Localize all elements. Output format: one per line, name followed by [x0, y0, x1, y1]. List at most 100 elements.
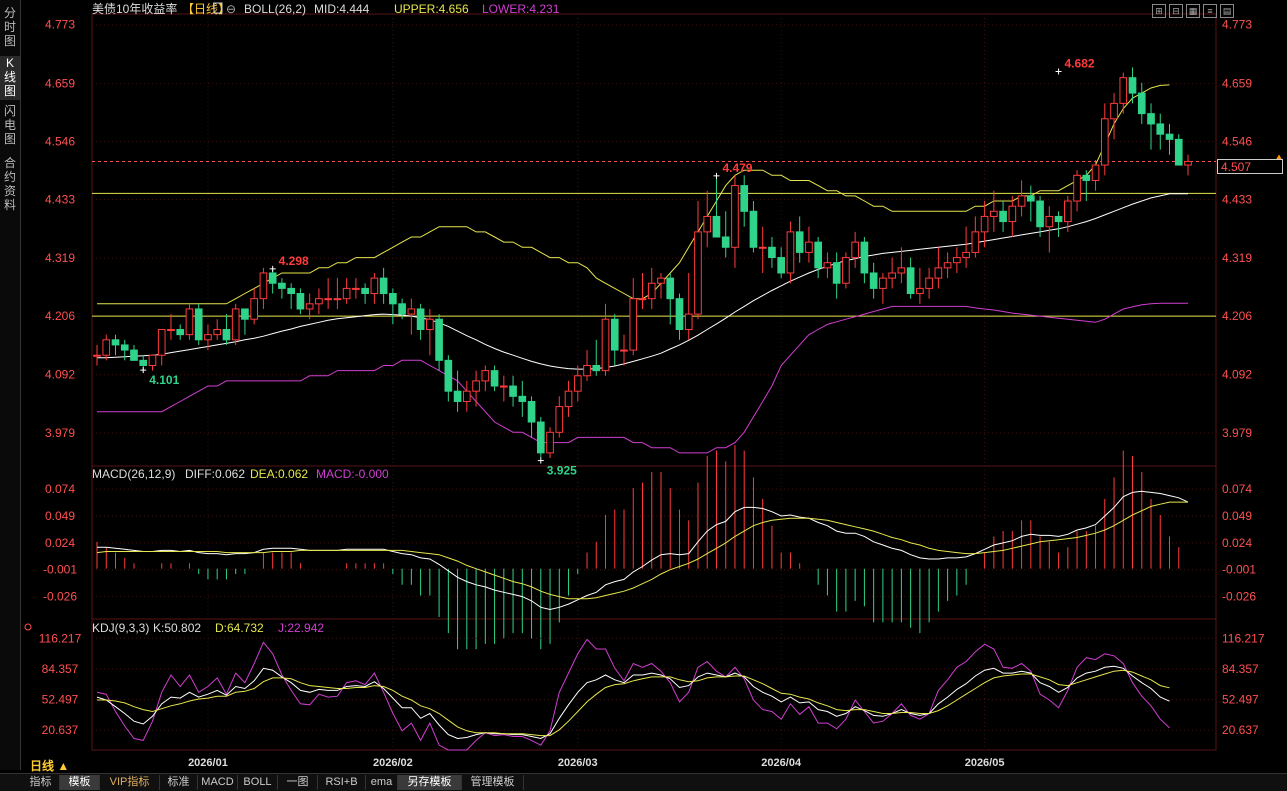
- chart-canvas: 4.773 4.773 4.659 4.659 4.546 4.546 4.433 4.433…: [24, 1, 1282, 769]
- candle-body: [259, 272, 268, 300]
- template-tab[interactable]: BOLL: [238, 775, 278, 790]
- window-control-icon[interactable]: ⊞: [1152, 4, 1166, 18]
- candle-body: [333, 298, 342, 301]
- chart-toolbar: ⊞ ⊟ ▦ ≡ ▤: [1152, 1, 1237, 18]
- candle-body: [694, 231, 702, 315]
- window-control-icon[interactable]: ≡: [1203, 4, 1217, 18]
- y-tick-left: 4.659: [45, 76, 75, 90]
- y-tick-right: 4.433: [1222, 192, 1252, 206]
- window-control-icon[interactable]: ⊟: [1169, 4, 1183, 18]
- extreme-label: 4.101: [149, 373, 179, 387]
- candle-body: [1128, 77, 1137, 94]
- kdj-header-title: KDJ(9,3,3): [92, 621, 149, 635]
- candle-body: [241, 308, 249, 320]
- y-tick-right: 4.206: [1222, 309, 1252, 323]
- candle-body: [906, 267, 915, 295]
- candle-body: [1156, 123, 1165, 135]
- boll-header-item: BOLL(26,2): [244, 2, 306, 16]
- template-tab[interactable]: 模板: [60, 775, 100, 790]
- template-tab[interactable]: 另存模板: [398, 775, 462, 790]
- candle-body: [231, 308, 240, 341]
- candle-body: [268, 272, 277, 284]
- kdj-header-k: K:50.802: [153, 621, 201, 635]
- current-price-box: 4.507: [1217, 159, 1283, 175]
- candle-body: [1137, 92, 1146, 115]
- boll-lower-line: [97, 302, 1188, 454]
- period-label[interactable]: 日线 ▲: [30, 757, 69, 774]
- template-tab[interactable]: MACD: [198, 775, 238, 790]
- candle-body: [768, 246, 776, 259]
- candle-body: [934, 267, 943, 279]
- candle-body: [194, 308, 203, 341]
- candle-body: [379, 277, 388, 295]
- candle-body: [361, 287, 369, 295]
- candle-body: [583, 364, 591, 377]
- template-tab[interactable]: RSI+B: [318, 775, 366, 790]
- candle-body: [758, 246, 767, 249]
- template-tab[interactable]: VIP指标: [100, 775, 160, 790]
- window-control-icon[interactable]: ▤: [1220, 4, 1234, 18]
- candle-body: [463, 390, 471, 402]
- candle-body: [740, 185, 749, 212]
- candle-body: [518, 395, 527, 402]
- template-tab[interactable]: 指标: [22, 775, 60, 790]
- candle-body: [916, 287, 924, 295]
- y-tick-left: 52.497: [42, 693, 79, 707]
- y-tick-right: 3.979: [1222, 426, 1252, 440]
- boll-upper-line: [97, 84, 1170, 305]
- candle-body: [842, 257, 850, 284]
- candle-body: [1054, 215, 1063, 223]
- candle-body: [93, 354, 101, 357]
- template-tab[interactable]: ema: [366, 775, 398, 790]
- y-tick-right: -0.001: [1222, 563, 1256, 577]
- candle-body: [786, 231, 795, 274]
- candle-body: [278, 282, 286, 289]
- candle-body: [213, 329, 222, 336]
- template-tab[interactable]: 一图: [278, 775, 318, 790]
- candle-body: [139, 359, 148, 366]
- boll-header-item: 【日线】: [182, 2, 230, 16]
- candle-body: [943, 262, 952, 269]
- candle-body: [712, 215, 721, 238]
- x-tick-label: 2026/02: [373, 757, 413, 769]
- candle-body: [102, 339, 111, 356]
- candle-body: [851, 241, 859, 259]
- y-tick-right: 4.659: [1222, 76, 1252, 90]
- y-tick-left: 4.206: [45, 309, 75, 323]
- window-control-icon[interactable]: ▦: [1186, 4, 1200, 18]
- kdj-k-line: [96, 665, 1170, 740]
- y-tick-right: 0.024: [1222, 536, 1252, 550]
- plot-frame: [91, 13, 1217, 751]
- y-tick-left: 4.433: [45, 192, 75, 206]
- candle-body: [1110, 102, 1118, 120]
- candle-body: [980, 215, 989, 233]
- candle-body: [638, 298, 647, 301]
- candle-body: [453, 390, 462, 402]
- candle-body: [148, 354, 157, 366]
- y-tick-right: 116.217: [1222, 631, 1265, 645]
- candle-body: [157, 329, 166, 356]
- period-label-text: 日线: [30, 759, 55, 773]
- candle-body: [666, 277, 675, 300]
- candle-body: [601, 318, 610, 372]
- candle-body: [416, 308, 425, 331]
- candle-body: [897, 267, 906, 274]
- y-tick-left: -0.001: [43, 563, 77, 577]
- candle-body: [721, 236, 730, 248]
- template-tab[interactable]: 管理模板: [462, 775, 524, 790]
- candle-body: [971, 231, 980, 253]
- candle-body: [296, 293, 305, 310]
- candle-body: [962, 251, 970, 259]
- candle-body: [1165, 133, 1174, 140]
- candle-body: [342, 287, 351, 300]
- candle-body: [999, 210, 1007, 223]
- candle-body: [324, 298, 332, 301]
- candle-body: [111, 339, 120, 346]
- macd-header-title: MACD(26,12,9): [92, 467, 175, 481]
- candle-body: [777, 257, 786, 274]
- template-tab[interactable]: 标准: [160, 775, 198, 790]
- y-tick-right: 84.357: [1222, 662, 1259, 676]
- candle-body: [555, 406, 564, 433]
- candle-body: [1184, 160, 1192, 166]
- boll-header-item: LOWER:4.231: [482, 2, 560, 16]
